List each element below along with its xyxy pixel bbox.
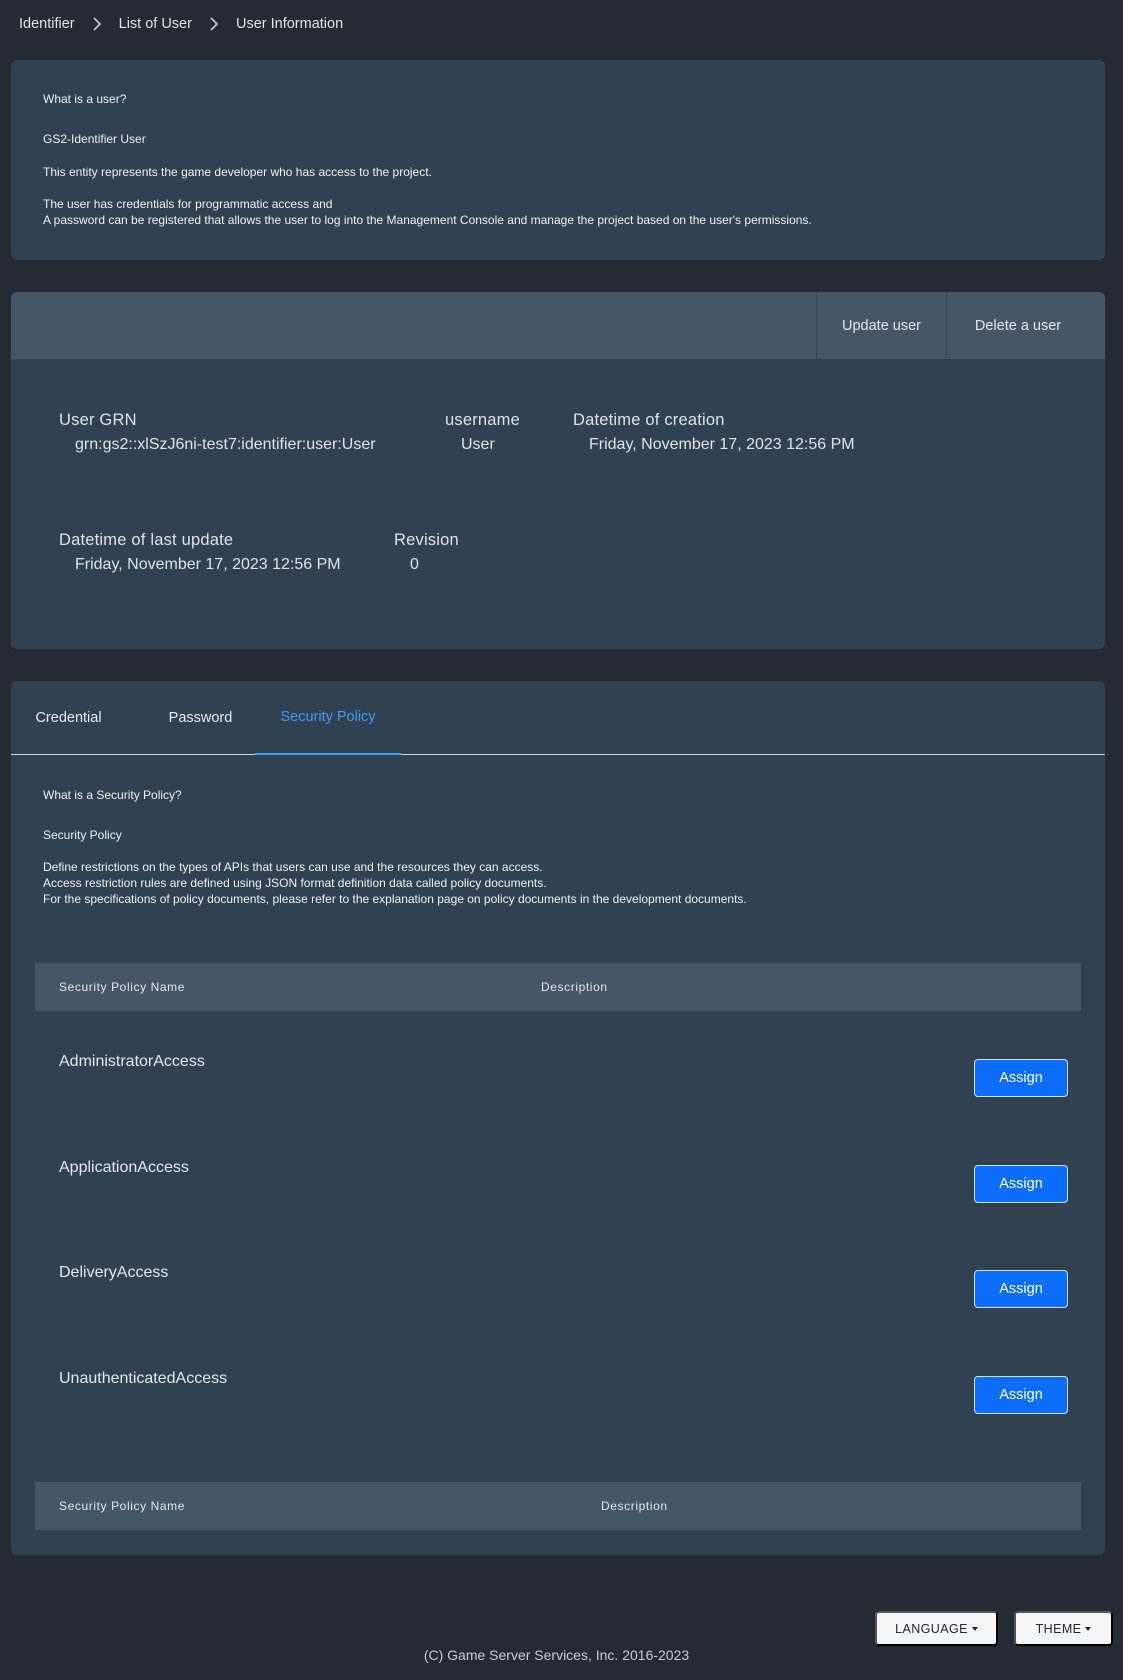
user-detail-card: Update user Delete a user User GRN grn:g… (11, 292, 1105, 649)
field-username: username User (445, 411, 520, 454)
user-help-card: What is a user? GS2-Identifier User This… (11, 60, 1105, 260)
field-value: 0 (410, 556, 419, 573)
assign-button[interactable]: Assign (974, 1270, 1068, 1308)
page: Identifier List of User User Information… (0, 0, 1123, 1680)
policy-help-title: What is a Security Policy? (43, 788, 182, 802)
table-row: ApplicationAccess Assign (35, 1131, 1081, 1231)
chevron-right-icon (192, 17, 236, 31)
caret-down-icon (1085, 1626, 1092, 1631)
table-row: AdministratorAccess Assign (35, 1025, 1081, 1125)
language-dropdown[interactable]: LANGUAGE (875, 1611, 998, 1646)
field-label: username (445, 411, 520, 429)
policy-table-header: Security Policy Name Description (35, 963, 1081, 1011)
delete-user-button[interactable]: Delete a user (946, 292, 1105, 359)
user-help-subtitle: GS2-Identifier User (43, 132, 146, 146)
update-user-button[interactable]: Update user (816, 292, 946, 359)
breadcrumb-list-of-user[interactable]: List of User (119, 16, 192, 32)
tab-password[interactable]: Password (138, 681, 263, 755)
caret-down-icon (971, 1626, 978, 1631)
assigned-policy-table-header: Security Policy Name Description (35, 1482, 1081, 1530)
user-help-title: What is a user? (43, 92, 127, 106)
column-header-name: Security Policy Name (59, 980, 186, 994)
policy-name: UnauthenticatedAccess (59, 1370, 228, 1387)
language-label: LANGUAGE (895, 1621, 968, 1636)
column-header-description: Description (541, 980, 608, 994)
field-label: User GRN (59, 411, 137, 429)
field-revision: Revision 0 (394, 531, 459, 574)
column-header-description: Description (601, 1499, 668, 1513)
breadcrumb-user-information: User Information (235, 16, 344, 32)
field-user-grn: User GRN grn:gs2::xlSzJ6ni-test7:identif… (59, 411, 376, 454)
user-help-paragraph: This entity represents the game develope… (43, 165, 432, 179)
field-datetime-last-update: Datetime of last update Friday, November… (59, 531, 341, 574)
field-value: Friday, November 17, 2023 12:56 PM (589, 436, 855, 453)
field-label: Datetime of last update (59, 531, 234, 549)
table-row: DeliveryAccess Assign (35, 1236, 1081, 1336)
policy-help-paragraph: For the specifications of policy documen… (43, 892, 747, 906)
copyright: (C) Game Server Services, Inc. 2016-2023 (423, 1647, 690, 1663)
column-header-name: Security Policy Name (59, 1499, 186, 1513)
field-value: Friday, November 17, 2023 12:56 PM (75, 556, 341, 573)
field-label: Revision (394, 531, 459, 549)
policy-help-paragraph: Access restriction rules are defined usi… (43, 876, 547, 890)
breadcrumb-identifier[interactable]: Identifier (19, 16, 75, 32)
breadcrumb: Identifier List of User User Information (19, 14, 343, 34)
user-help-paragraph: The user has credentials for programmati… (43, 197, 333, 211)
field-label: Datetime of creation (573, 411, 725, 429)
assign-button[interactable]: Assign (974, 1059, 1068, 1097)
policy-help-subtitle: Security Policy (43, 828, 122, 842)
field-value: User (461, 436, 495, 453)
user-help-paragraph: A password can be registered that allows… (43, 213, 812, 227)
assign-button[interactable]: Assign (974, 1165, 1068, 1203)
tab-bar: Credential Password Security Policy (11, 681, 1105, 755)
tab-credential[interactable]: Credential (11, 681, 126, 755)
field-datetime-creation: Datetime of creation Friday, November 17… (573, 411, 855, 454)
tab-security-policy[interactable]: Security Policy (255, 681, 401, 755)
policy-name: DeliveryAccess (59, 1264, 169, 1281)
field-value: grn:gs2::xlSzJ6ni-test7:identifier:user:… (75, 436, 376, 453)
theme-dropdown[interactable]: THEME (1014, 1611, 1113, 1646)
assign-button[interactable]: Assign (974, 1376, 1068, 1414)
policy-name: ApplicationAccess (59, 1159, 189, 1176)
chevron-right-icon (75, 17, 119, 31)
policy-name: AdministratorAccess (59, 1053, 205, 1070)
policy-help-paragraph: Define restrictions on the types of APIs… (43, 860, 543, 874)
table-row: UnauthenticatedAccess Assign (35, 1342, 1081, 1442)
tabs-card: Credential Password Security Policy What… (11, 681, 1105, 1555)
theme-label: THEME (1035, 1621, 1082, 1636)
detail-toolbar: Update user Delete a user (11, 292, 1105, 359)
